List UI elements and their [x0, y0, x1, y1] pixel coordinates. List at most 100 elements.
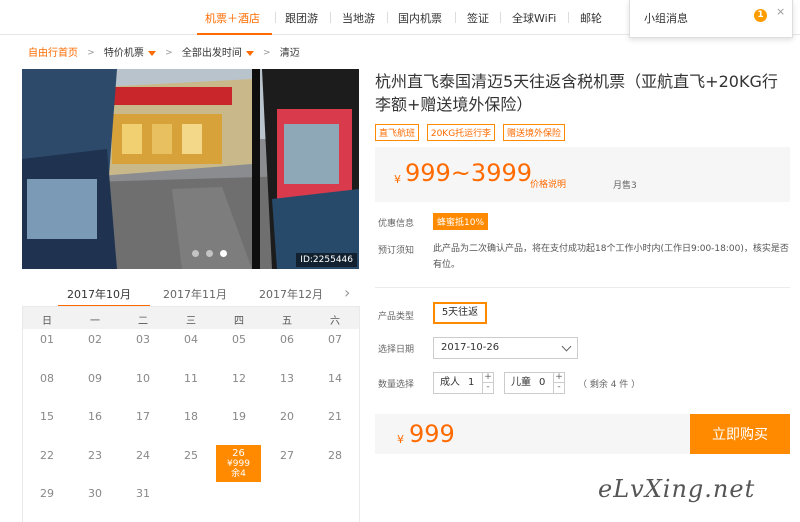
selected-day-price: ¥999	[227, 459, 250, 469]
watermark-logo: eLvXing.net	[598, 475, 756, 503]
calendar-day[interactable]: 01	[23, 333, 71, 346]
tab-month-oct[interactable]: 2017年10月	[67, 286, 131, 302]
nav-item-local-tour[interactable]: 当地游	[342, 10, 375, 26]
caret-down-icon	[245, 50, 254, 56]
calendar-day[interactable]: 15	[23, 410, 71, 423]
tag-direct-flight: 直飞航班	[375, 124, 420, 141]
calendar-day[interactable]: 11	[167, 372, 215, 385]
calendar-day[interactable]: 27	[263, 449, 311, 462]
nav-separator	[330, 12, 331, 23]
calendar-day[interactable]: 04	[167, 333, 215, 346]
caret-down-icon	[147, 50, 156, 56]
calendar-day[interactable]: 31	[119, 487, 167, 500]
selected-day-cell[interactable]: 26 ¥999 余4	[216, 445, 261, 482]
carousel-dot[interactable]	[206, 250, 213, 257]
chevron-right-icon: >	[263, 47, 271, 58]
nav-item-domestic-flights[interactable]: 国内机票	[398, 10, 442, 26]
weekday-label: 三	[186, 316, 196, 327]
tab-month-nov[interactable]: 2017年11月	[163, 286, 227, 302]
weekday-label: 一	[90, 316, 100, 327]
calendar-day[interactable]: 05	[215, 333, 263, 346]
price-range: 999~3999	[405, 159, 532, 187]
calendar-grid: 日 一 二 三 四 五 六 01 02 03 04 05 06 07 08 09 10 11 12 13 14 15 16…	[22, 306, 360, 522]
chevron-right-icon[interactable]: ›	[344, 283, 350, 302]
calendar-day[interactable]: 28	[311, 449, 359, 462]
carousel-dot[interactable]	[192, 250, 199, 257]
calendar-day[interactable]: 22	[23, 449, 71, 462]
nav-separator	[455, 12, 456, 23]
calendar-day[interactable]: 24	[119, 449, 167, 462]
breadcrumb-home[interactable]: 自由行首页	[28, 44, 78, 59]
chevron-right-icon: >	[165, 47, 173, 58]
remaining-stock: （ 剩余 4 件 ）	[578, 380, 641, 390]
child-quantity-stepper[interactable]: 儿童 0 + -	[504, 372, 565, 394]
calendar-day[interactable]: 14	[311, 372, 359, 385]
calendar-day[interactable]: 20	[263, 410, 311, 423]
nav-separator	[500, 12, 501, 23]
calendar-day[interactable]: 08	[23, 372, 71, 385]
product-tags: 直飞航班 20KG托运行李 赠送境外保险	[375, 124, 569, 141]
tag-insurance: 赠送境外保险	[503, 124, 566, 141]
nav-separator	[387, 12, 388, 23]
street-scene-image	[22, 69, 359, 269]
child-value[interactable]: 0	[539, 373, 545, 393]
minus-icon[interactable]: -	[483, 383, 493, 393]
section-divider	[375, 287, 790, 288]
nav-item-flight-hotel[interactable]: 机票＋酒店	[205, 10, 260, 26]
breadcrumb-departure-time[interactable]: 全部出发时间	[182, 44, 254, 59]
product-title: 杭州直飞泰国清迈5天往返含税机票（亚航直飞+20KG行李额+赠送境外保险）	[375, 72, 778, 114]
calendar-day[interactable]: 03	[119, 333, 167, 346]
close-icon[interactable]: ×	[776, 5, 785, 18]
calendar-day[interactable]: 18	[167, 410, 215, 423]
promo-badge: 蜂蜜抵10%	[433, 213, 489, 230]
calendar-day[interactable]: 13	[263, 372, 311, 385]
adult-quantity-stepper[interactable]: 成人 1 + -	[433, 372, 494, 394]
breadcrumb: 自由行首页 > 特价机票 > 全部出发时间 > 清迈	[28, 44, 300, 60]
nav-item-global-wifi[interactable]: 全球WiFi	[512, 10, 556, 26]
calendar-day[interactable]: 12	[215, 372, 263, 385]
stepper-buttons: + -	[482, 373, 493, 393]
calendar-day[interactable]: 21	[311, 410, 359, 423]
calendar-day[interactable]: 30	[71, 487, 119, 500]
date-select[interactable]: 2017-10-26	[433, 337, 578, 359]
chevron-right-icon: >	[87, 47, 95, 58]
tab-month-dec[interactable]: 2017年12月	[259, 286, 323, 302]
type-label: 产品类型	[378, 312, 415, 322]
child-label: 儿童	[511, 377, 531, 388]
weekday-label: 二	[138, 316, 148, 327]
nav-item-group-tour[interactable]: 跟团游	[285, 10, 318, 26]
carousel-dot-active[interactable]	[220, 250, 227, 257]
product-photo[interactable]: ID:2255446	[22, 69, 359, 269]
calendar-day[interactable]: 07	[311, 333, 359, 346]
product-type-option[interactable]: 5天往返	[433, 302, 487, 324]
adult-value[interactable]: 1	[468, 373, 474, 393]
buy-now-button[interactable]: 立即购买	[690, 414, 790, 454]
adult-label: 成人	[440, 377, 460, 388]
breadcrumb-special-flights[interactable]: 特价机票	[104, 44, 156, 59]
weekday-label: 五	[282, 316, 292, 327]
price-explain-link[interactable]: 价格说明	[530, 177, 566, 190]
calendar-day[interactable]: 25	[167, 449, 215, 462]
calendar-day[interactable]: 16	[71, 410, 119, 423]
nav-item-cruise[interactable]: 邮轮	[580, 10, 602, 26]
monthly-sales: 月售3	[613, 181, 637, 191]
message-title[interactable]: 小组消息	[644, 10, 688, 26]
notice-label: 预订须知	[378, 246, 415, 256]
nav-item-visa[interactable]: 签证	[467, 10, 489, 26]
stepper-buttons: + -	[553, 373, 564, 393]
calendar-day[interactable]: 19	[215, 410, 263, 423]
price-box: ¥ 999~3999 价格说明 月售3	[375, 147, 790, 202]
total-price: 999	[409, 420, 455, 448]
date-label: 选择日期	[378, 345, 415, 355]
calendar-day[interactable]: 17	[119, 410, 167, 423]
calendar-day[interactable]: 10	[119, 372, 167, 385]
weekday-label: 四	[234, 316, 244, 327]
weekday-header: 日一二三四五六	[23, 307, 359, 329]
calendar-day[interactable]: 06	[263, 333, 311, 346]
minus-icon[interactable]: -	[554, 383, 564, 393]
calendar-day[interactable]: 02	[71, 333, 119, 346]
calendar-day[interactable]: 09	[71, 372, 119, 385]
calendar-day[interactable]: 23	[71, 449, 119, 462]
breadcrumb-current: 清迈	[279, 48, 300, 59]
calendar-day[interactable]: 29	[23, 487, 71, 500]
